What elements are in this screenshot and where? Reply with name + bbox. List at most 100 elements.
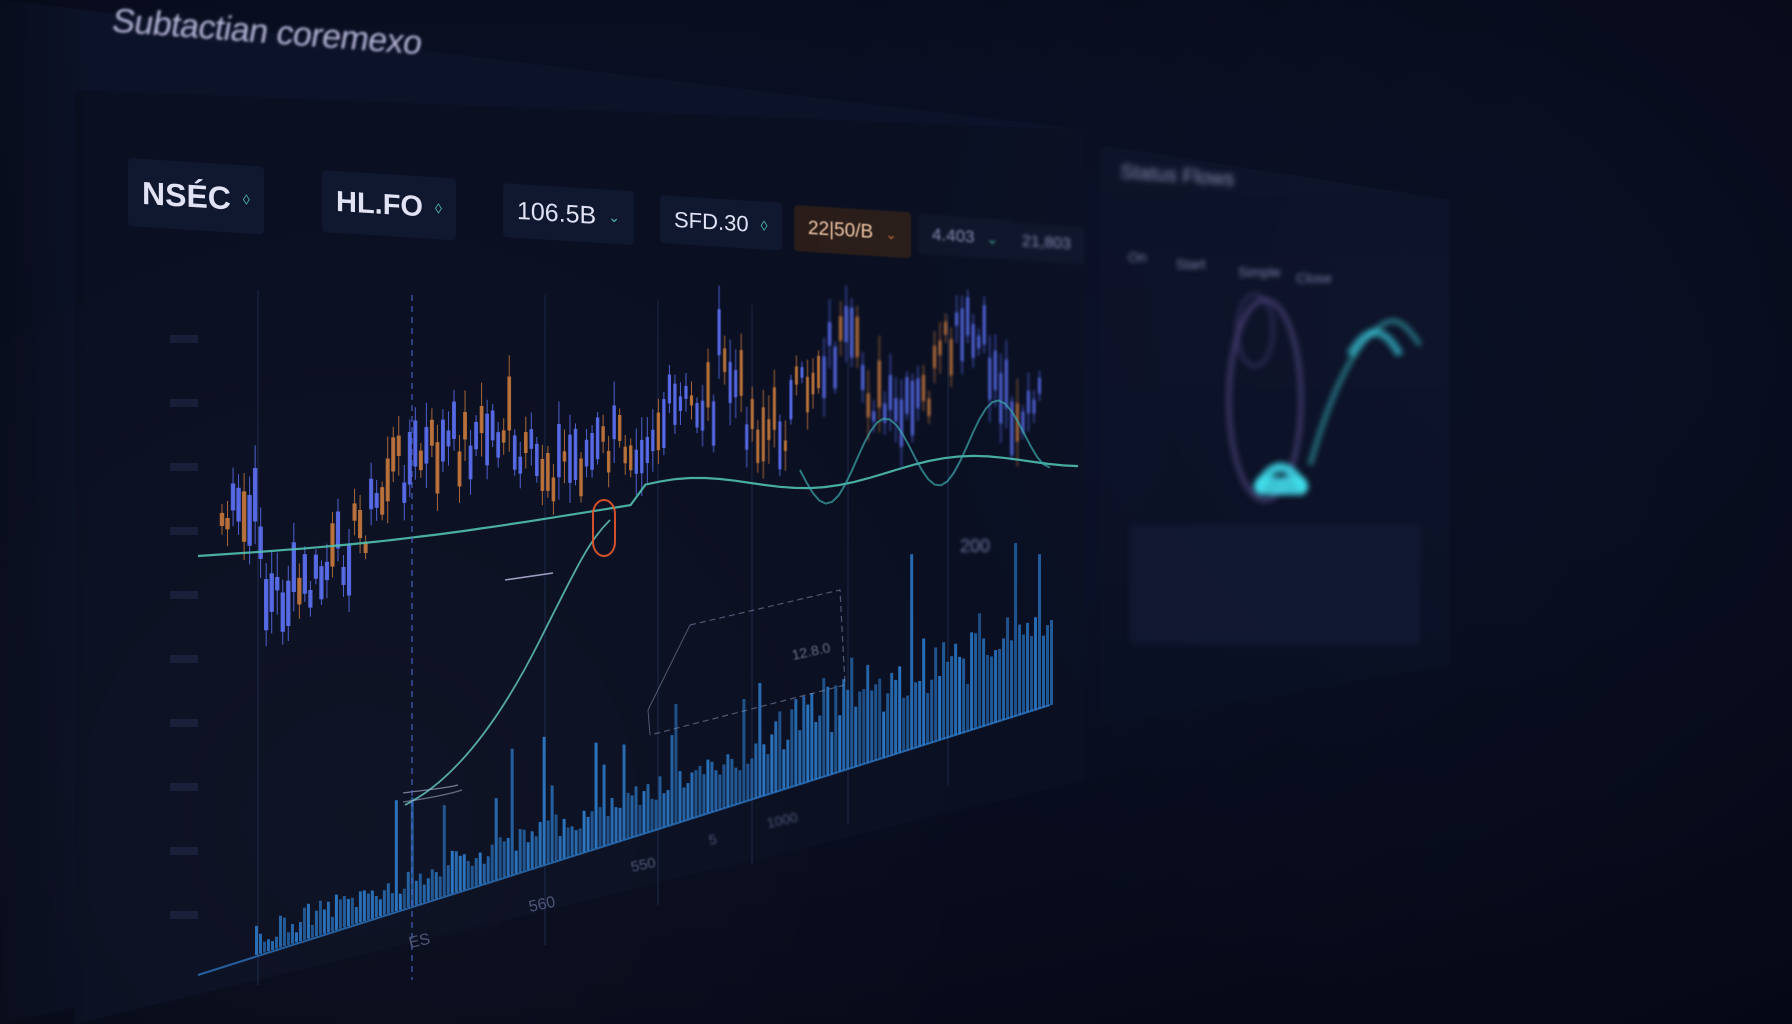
volume-bar <box>358 891 362 923</box>
candle-body <box>944 321 947 335</box>
volume-bars <box>197 543 1053 976</box>
candle-body <box>440 419 445 462</box>
volume-bar <box>386 883 390 914</box>
candle-body <box>258 526 263 559</box>
panel-block <box>1130 525 1420 645</box>
volume-bar <box>902 697 906 752</box>
candle-body <box>689 395 694 406</box>
volume-bar <box>558 836 562 860</box>
volume-bar <box>278 915 282 948</box>
candle-body <box>794 366 798 385</box>
volume-bar <box>982 638 986 727</box>
candle-body <box>617 414 622 441</box>
volume-bar <box>590 811 594 850</box>
volume-bar <box>786 739 790 788</box>
candle-body <box>446 430 451 447</box>
y-tick-placeholder <box>170 463 198 471</box>
wave-line <box>1307 318 1423 466</box>
volume-bar <box>314 910 318 937</box>
candle-body <box>640 439 644 474</box>
volume-bar <box>1042 635 1046 708</box>
y-tick-placeholder <box>170 335 198 343</box>
volume-bar <box>454 851 458 893</box>
volume-bar <box>282 917 286 947</box>
candle-body <box>872 411 876 422</box>
candle-body <box>230 483 236 511</box>
candle-body <box>263 579 269 631</box>
candlestick-series <box>219 285 1041 647</box>
candle-body <box>219 512 225 526</box>
volume-bar <box>654 799 658 830</box>
candle-body <box>280 592 285 632</box>
y-tick-placeholder <box>170 527 198 535</box>
candle-body <box>634 449 638 474</box>
volume-bar <box>774 721 778 792</box>
candle-body <box>302 554 307 594</box>
candle-body <box>612 405 616 440</box>
volume-bar <box>830 732 834 775</box>
volume-bar <box>714 770 718 811</box>
volume-bar <box>478 852 482 885</box>
y-tick-placeholder <box>170 399 198 407</box>
volume-bar <box>950 656 954 737</box>
candle-body <box>900 399 903 447</box>
volume-bar <box>638 804 642 835</box>
candle-body <box>783 440 787 451</box>
volume-bar <box>914 682 918 748</box>
volume-bar <box>326 901 330 933</box>
x-tick-label: 5 <box>707 831 718 848</box>
x-tick-label: 560 <box>527 894 557 916</box>
candle-body <box>535 443 539 476</box>
volume-bar <box>974 633 978 729</box>
volume-bar <box>498 837 502 879</box>
volume-bar <box>270 941 274 950</box>
candle-body <box>983 305 986 345</box>
candle-body <box>352 503 357 521</box>
candle-body <box>590 433 594 470</box>
volume-bar <box>694 770 698 817</box>
candle-body <box>988 357 991 400</box>
volume-bar <box>294 932 298 943</box>
candle-body <box>894 398 898 422</box>
volume-bar <box>394 800 398 912</box>
volume-bar <box>934 647 938 742</box>
volume-bar <box>822 678 826 777</box>
volume-bar <box>670 735 674 825</box>
candle-body <box>844 305 848 343</box>
candle-body <box>485 413 490 466</box>
candle-body <box>1032 399 1036 414</box>
volume-bar <box>922 638 926 746</box>
volume-bar <box>1018 624 1022 716</box>
candle-body <box>971 323 975 358</box>
volume-bar <box>946 661 950 738</box>
volume-bar <box>446 865 450 895</box>
volume-bar <box>814 722 818 780</box>
candle-body <box>700 400 705 431</box>
volume-bar <box>1034 617 1038 711</box>
volume-bar <box>510 748 514 875</box>
candle-body <box>391 437 396 472</box>
dashboard-stage: Subtactian coremexo NSÉC ◊ HL.FO ◊ 106.5… <box>0 0 1792 1024</box>
volume-bar <box>482 863 486 884</box>
candle-body <box>828 322 832 346</box>
candle-body <box>850 307 854 358</box>
candle-body <box>822 356 826 399</box>
marker-label: 200 <box>960 536 990 556</box>
volume-bar <box>566 827 570 858</box>
y-tick-placeholder <box>170 847 198 855</box>
candle-body <box>579 458 583 497</box>
candle-body <box>463 411 467 440</box>
candle-body <box>888 374 892 411</box>
price-chart[interactable]: 12.8.0 200 ES 560 550 5 1000 <box>0 0 1100 1024</box>
volume-bar <box>522 829 526 871</box>
candle-body <box>662 399 666 448</box>
volume-bar <box>422 884 426 903</box>
candle-body <box>435 442 440 494</box>
volume-bar <box>1050 619 1053 705</box>
candle-body <box>761 407 765 462</box>
candle-body <box>584 439 589 467</box>
volume-bar <box>642 791 646 834</box>
candle-body <box>994 350 997 391</box>
candle-body <box>529 429 534 449</box>
candle-body <box>734 370 738 398</box>
